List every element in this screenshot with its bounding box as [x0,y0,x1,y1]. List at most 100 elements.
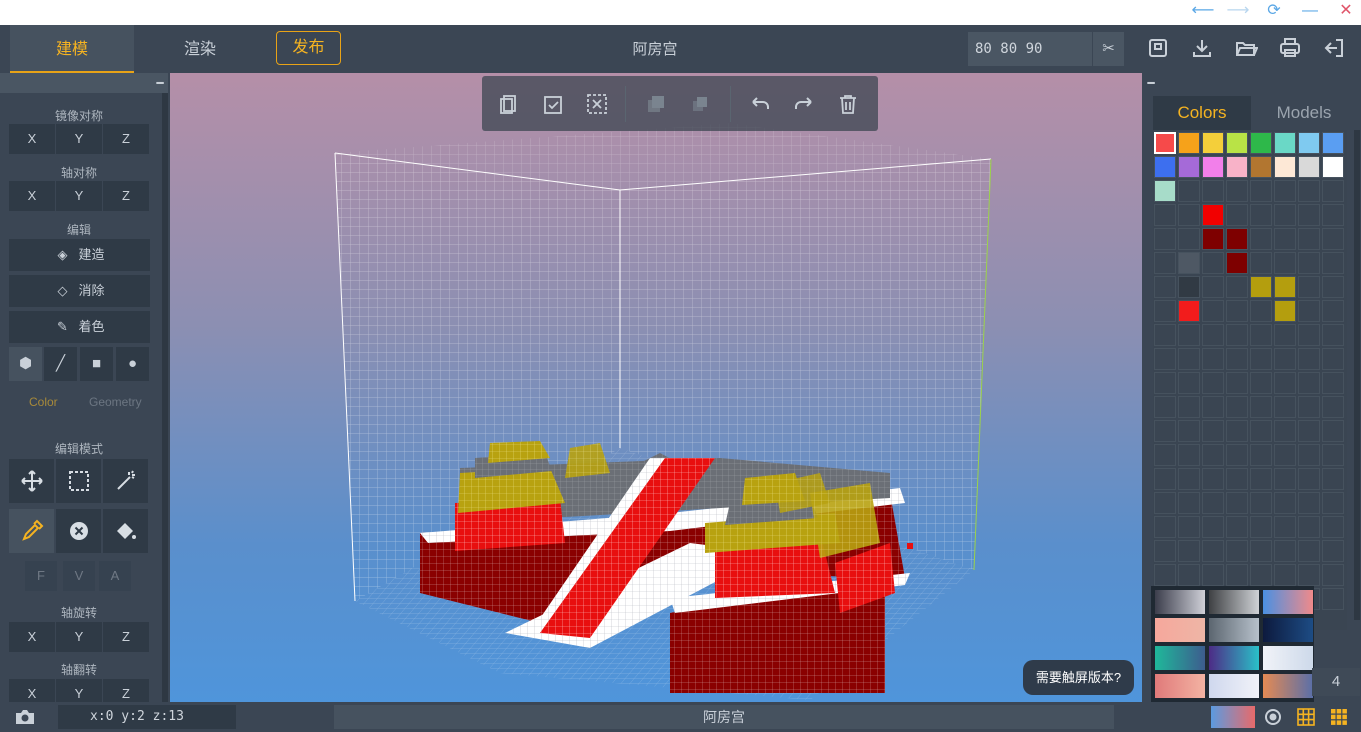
color-swatch[interactable] [1274,420,1296,442]
fill-bucket-icon[interactable] [103,509,148,553]
color-swatch[interactable] [1298,204,1320,226]
color-tab[interactable]: Color [29,395,58,409]
color-swatch[interactable] [1226,492,1248,514]
color-swatch[interactable] [1178,300,1200,322]
rotate-y-button[interactable]: Y [56,622,102,652]
gradient-swatch[interactable] [1263,618,1313,642]
right-panel-scrollbar[interactable] [1354,130,1360,620]
color-swatch[interactable] [1226,204,1248,226]
color-swatch[interactable] [1250,348,1272,370]
mirror-z-button[interactable]: Z [103,124,149,154]
color-swatch[interactable] [1250,132,1272,154]
gradient-swatch[interactable] [1209,618,1259,642]
flip-x-button[interactable]: X [9,679,55,702]
rotate-z-button[interactable]: Z [103,622,149,652]
color-swatch[interactable] [1298,156,1320,178]
color-swatch[interactable] [1202,156,1224,178]
all-mode-button[interactable]: A [99,561,131,591]
color-swatch[interactable] [1202,204,1224,226]
color-swatch[interactable] [1226,228,1248,250]
color-swatch[interactable] [1298,540,1320,562]
color-swatch[interactable] [1226,372,1248,394]
color-swatch[interactable] [1202,348,1224,370]
color-swatch[interactable] [1298,420,1320,442]
collapse-right-icon[interactable]: ━ [1143,76,1159,90]
color-swatch[interactable] [1154,156,1176,178]
color-swatch[interactable] [1202,468,1224,490]
color-swatch[interactable] [1298,492,1320,514]
color-swatch[interactable] [1202,444,1224,466]
download-icon[interactable] [1190,36,1214,60]
cube-icon[interactable]: ⬢ [9,347,42,381]
color-swatch[interactable] [1322,276,1344,298]
axis-sym-y-button[interactable]: Y [56,181,102,211]
target-icon[interactable] [1263,707,1283,727]
color-swatch[interactable] [1154,276,1176,298]
color-swatch[interactable] [1322,420,1344,442]
color-swatch[interactable] [1202,132,1224,154]
eyedropper-icon[interactable] [9,509,54,553]
tab-models[interactable]: Models [1255,96,1353,130]
undo-icon[interactable] [749,93,771,115]
color-swatch[interactable] [1226,396,1248,418]
color-swatch[interactable] [1250,564,1272,586]
color-swatch[interactable] [1274,492,1296,514]
color-swatch[interactable] [1322,132,1344,154]
gradient-swatch[interactable] [1263,674,1313,698]
color-swatch[interactable] [1250,468,1272,490]
color-swatch[interactable] [1274,300,1296,322]
color-swatch[interactable] [1274,204,1296,226]
color-swatch[interactable] [1250,492,1272,514]
save-icon[interactable] [1146,36,1170,60]
color-swatch[interactable] [1250,276,1272,298]
color-swatch[interactable] [1274,540,1296,562]
circle-icon[interactable]: ● [116,347,149,381]
copy-icon[interactable] [498,93,520,115]
clear-selection-icon[interactable] [586,93,608,115]
color-swatch[interactable] [1274,348,1296,370]
color-swatch[interactable] [1178,276,1200,298]
3d-viewport[interactable]: 需要触屏版本? [170,73,1142,702]
folder-open-icon[interactable] [1234,36,1259,60]
color-swatch[interactable] [1298,444,1320,466]
color-swatch[interactable] [1274,156,1296,178]
color-swatch[interactable] [1298,132,1320,154]
camera-icon[interactable] [14,708,36,726]
color-swatch[interactable] [1202,420,1224,442]
forward-icon[interactable]: ⟶ [1226,1,1250,21]
color-swatch[interactable] [1298,300,1320,322]
color-swatch[interactable] [1154,132,1176,154]
color-swatch[interactable] [1274,228,1296,250]
color-swatch[interactable] [1178,180,1200,202]
color-swatch[interactable] [1250,156,1272,178]
close-icon[interactable]: ✕ [1334,1,1358,21]
minimize-icon[interactable]: — [1298,1,1322,21]
color-swatch[interactable] [1178,228,1200,250]
color-swatch[interactable] [1274,252,1296,274]
axis-sym-x-button[interactable]: X [9,181,55,211]
color-swatch[interactable] [1250,252,1272,274]
color-swatch[interactable] [1154,372,1176,394]
color-swatch[interactable] [1202,492,1224,514]
fill-grid-icon[interactable] [1329,707,1349,727]
flip-z-button[interactable]: Z [103,679,149,702]
geometry-tab[interactable]: Geometry [89,395,142,409]
color-swatch[interactable] [1298,324,1320,346]
color-swatch[interactable] [1298,180,1320,202]
color-swatch[interactable] [1226,156,1248,178]
build-button[interactable]: ◈ 建造 [9,239,150,271]
color-swatch[interactable] [1202,228,1224,250]
color-swatch[interactable] [1226,132,1248,154]
color-swatch[interactable] [1154,204,1176,226]
color-swatch[interactable] [1274,132,1296,154]
color-swatch[interactable] [1154,564,1176,586]
color-swatch[interactable] [1154,420,1176,442]
gradient-swatch[interactable] [1209,590,1259,614]
color-swatch[interactable] [1250,300,1272,322]
color-swatch[interactable] [1322,300,1344,322]
color-swatch[interactable] [1322,540,1344,562]
color-swatch[interactable] [1322,204,1344,226]
flip-y-button[interactable]: Y [56,679,102,702]
color-swatch[interactable] [1154,396,1176,418]
magic-wand-icon[interactable] [103,459,148,503]
